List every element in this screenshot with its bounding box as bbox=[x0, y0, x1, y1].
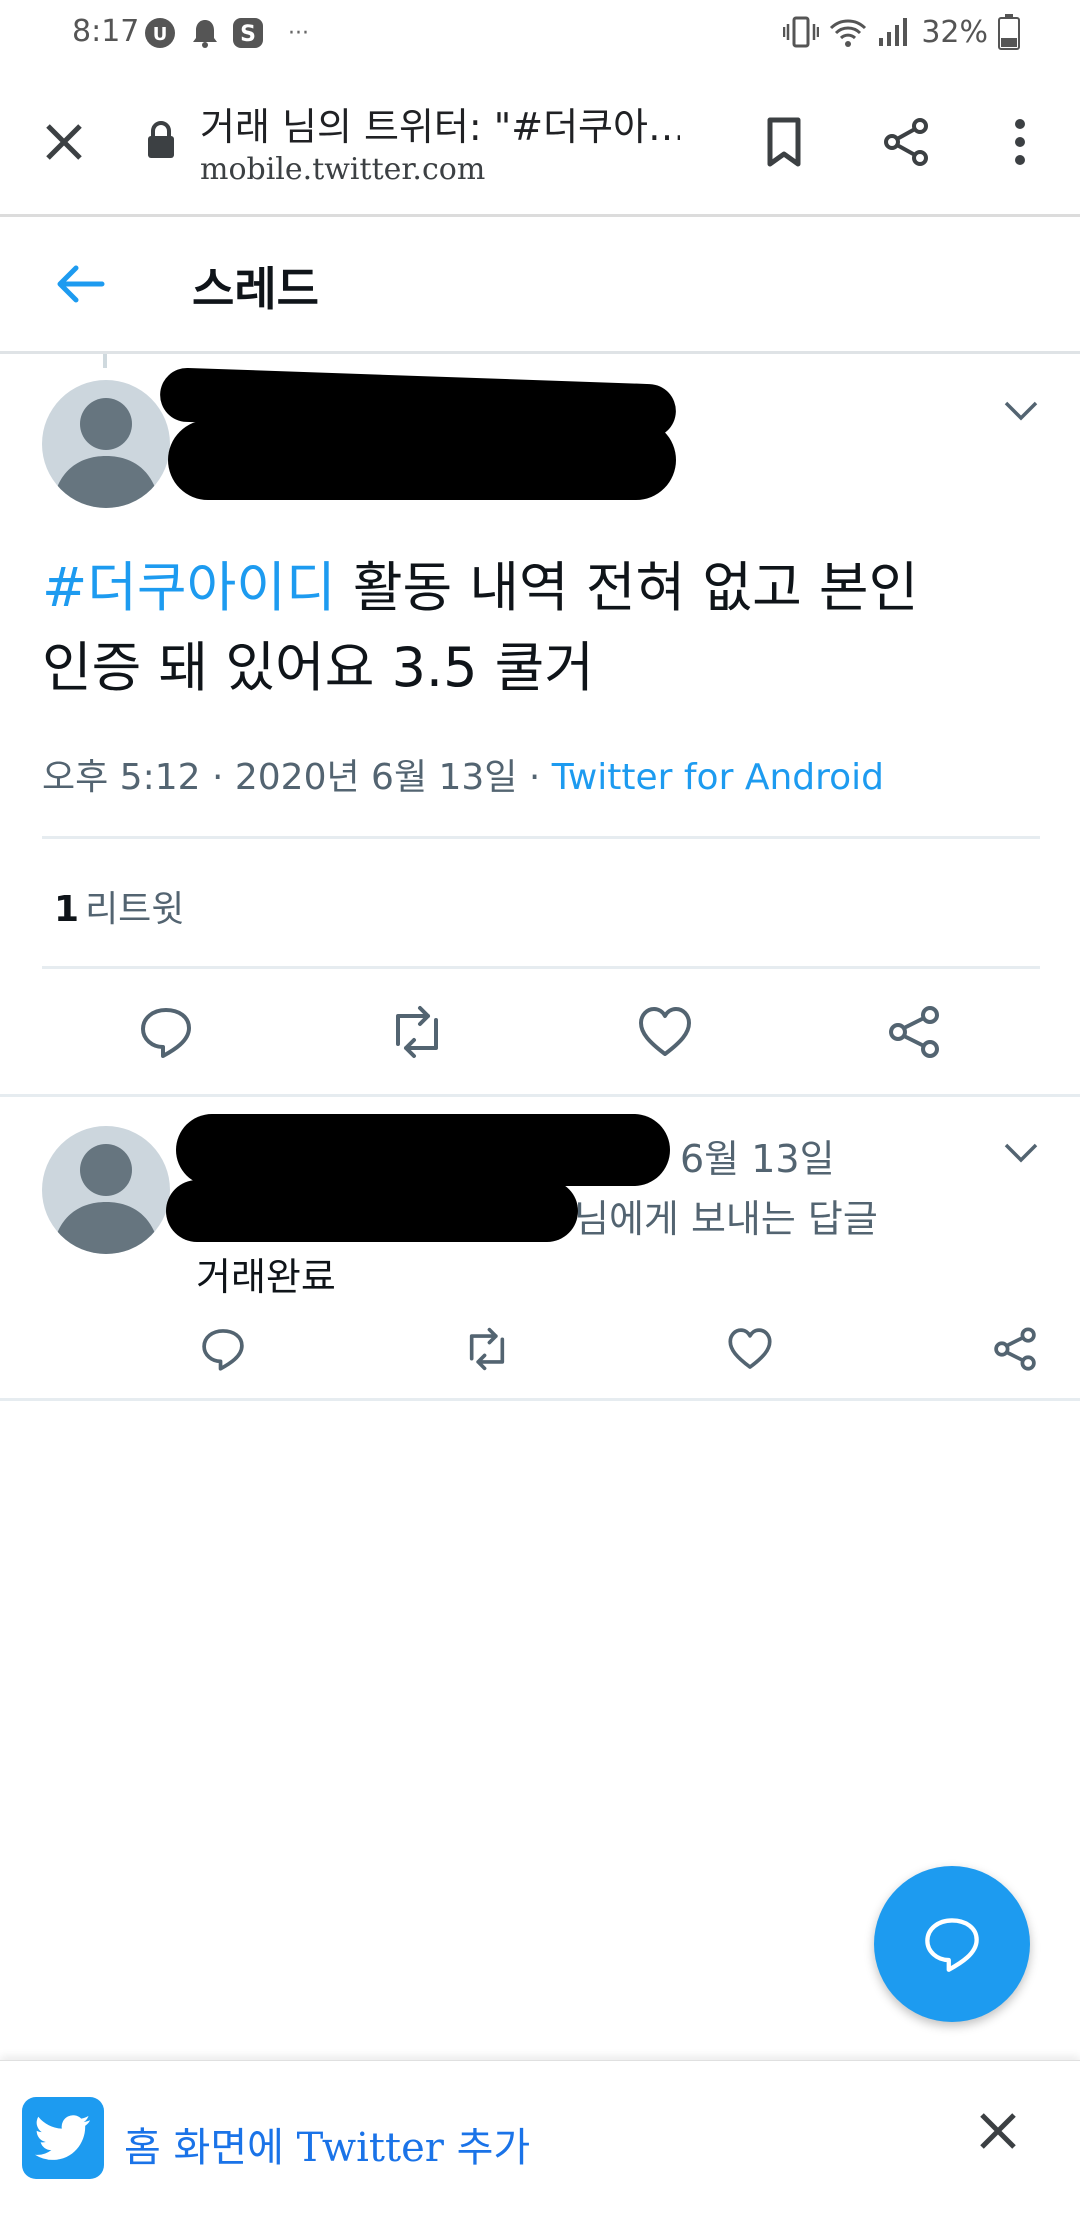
signal-icon bbox=[879, 18, 908, 46]
app-notification-icon: U bbox=[145, 18, 175, 48]
compose-icon bbox=[925, 1918, 979, 1972]
lock-icon bbox=[148, 121, 174, 158]
retweet-count-label: 리트윗 bbox=[85, 889, 185, 930]
reply-icon bbox=[202, 1329, 244, 1371]
chevron-down-icon[interactable] bbox=[1002, 1140, 1040, 1166]
status-time: 8:17 bbox=[72, 14, 140, 49]
like-icon bbox=[728, 1328, 772, 1369]
more-notifications: ··· bbox=[288, 20, 309, 46]
tweet-text-line2: 인증 돼 있어요 3.5 쿨거 bbox=[42, 636, 594, 699]
vibrate-icon bbox=[783, 16, 820, 48]
alarm-icon bbox=[193, 20, 217, 48]
divider bbox=[0, 1398, 1080, 1401]
share-tweet-button[interactable] bbox=[992, 1326, 1038, 1372]
add-to-home-banner[interactable]: 홈 화면에 Twitter 추가 bbox=[0, 2060, 1080, 2215]
reply-button[interactable] bbox=[200, 1326, 246, 1372]
twitter-bird-icon bbox=[35, 2115, 91, 2160]
retweet-icon bbox=[469, 1327, 505, 1371]
retweet-count: 1 bbox=[54, 889, 80, 930]
reply-button[interactable] bbox=[138, 1004, 194, 1060]
browser-menu-button[interactable] bbox=[1000, 114, 1040, 170]
avatar[interactable] bbox=[42, 1126, 170, 1254]
browser-toolbar: 거래 님의 트위터: "#더쿠아… mobile.twitter.com bbox=[0, 70, 1080, 217]
divider bbox=[0, 1094, 1080, 1097]
retweet-icon bbox=[396, 1006, 438, 1058]
header-title: 스레드 bbox=[192, 262, 319, 316]
share-icon bbox=[884, 118, 928, 166]
redacted-reply-username bbox=[176, 1114, 670, 1186]
page-title: 거래 님의 트위터: "#더쿠아… bbox=[200, 105, 680, 149]
default-avatar-icon bbox=[52, 1144, 160, 1254]
retweet-button[interactable] bbox=[386, 1004, 448, 1060]
like-icon bbox=[639, 1007, 691, 1056]
thread-connector-line bbox=[103, 354, 107, 368]
tweet-timestamp[interactable]: 오후 5:12 · 2020년 6월 13일 bbox=[42, 757, 517, 798]
reply-icon bbox=[141, 1008, 191, 1058]
back-arrow-icon bbox=[57, 265, 105, 303]
svg-text:S: S bbox=[240, 22, 256, 47]
retweet-count-row[interactable]: 1 리트윗 bbox=[54, 880, 184, 932]
status-bar: 8:17 U S ··· 32% bbox=[0, 0, 1080, 70]
close-icon bbox=[980, 2113, 1016, 2149]
share-page-button[interactable] bbox=[878, 114, 934, 170]
hashtag-link[interactable]: #더쿠아이디 bbox=[42, 556, 336, 619]
tweet-meta: 오후 5:12 · 2020년 6월 13일 · Twitter for And… bbox=[42, 748, 884, 800]
tweet-text: #더쿠아이디 활동 내역 전혀 없고 본인 인증 돼 있어요 3.5 쿨거 bbox=[42, 548, 1042, 708]
twitter-logo bbox=[22, 2097, 104, 2179]
compose-reply-button[interactable] bbox=[874, 1866, 1030, 2022]
svg-text:U: U bbox=[153, 24, 168, 45]
dismiss-banner-button[interactable] bbox=[978, 2111, 1018, 2151]
divider bbox=[42, 836, 1040, 839]
like-button[interactable] bbox=[727, 1326, 773, 1372]
share-icon bbox=[994, 1327, 1036, 1371]
notification-icons: U S ··· bbox=[142, 16, 309, 50]
reply-date[interactable]: 6월 13일 bbox=[680, 1128, 835, 1183]
meta-separator: · bbox=[517, 757, 552, 798]
chevron-down-icon[interactable] bbox=[1002, 398, 1040, 424]
battery-icon bbox=[998, 14, 1020, 50]
redacted-reply-recipient bbox=[166, 1180, 578, 1242]
reply-context: 님에게 보내는 답글 bbox=[574, 1197, 878, 1241]
share-tweet-button[interactable] bbox=[886, 1004, 942, 1060]
system-status: 32% bbox=[783, 14, 1020, 50]
bookmark-icon bbox=[767, 117, 801, 167]
close-icon bbox=[46, 124, 82, 160]
avatar[interactable] bbox=[42, 380, 170, 508]
thread-header: 스레드 bbox=[0, 217, 1080, 354]
page-url: mobile.twitter.com bbox=[200, 152, 486, 187]
tweet-text-line1: 활동 내역 전혀 없고 본인 bbox=[335, 556, 919, 619]
share-icon bbox=[889, 1006, 939, 1058]
tweet-source-link[interactable]: Twitter for Android bbox=[552, 757, 884, 798]
battery-percent: 32% bbox=[921, 14, 988, 50]
bookmark-button[interactable] bbox=[756, 114, 812, 170]
wifi-icon bbox=[830, 19, 867, 47]
more-vert-icon bbox=[1015, 119, 1025, 165]
like-button[interactable] bbox=[637, 1004, 693, 1060]
reply-text: 거래완료 bbox=[196, 1255, 336, 1299]
s-app-icon: S bbox=[233, 18, 263, 48]
add-to-home-text[interactable]: 홈 화면에 Twitter 추가 bbox=[124, 2115, 530, 2173]
retweet-button[interactable] bbox=[462, 1326, 512, 1372]
redacted-handle bbox=[168, 420, 676, 500]
divider bbox=[42, 966, 1040, 969]
close-tab-button[interactable] bbox=[36, 114, 92, 170]
back-button[interactable] bbox=[52, 259, 108, 309]
default-avatar-icon bbox=[52, 398, 160, 508]
